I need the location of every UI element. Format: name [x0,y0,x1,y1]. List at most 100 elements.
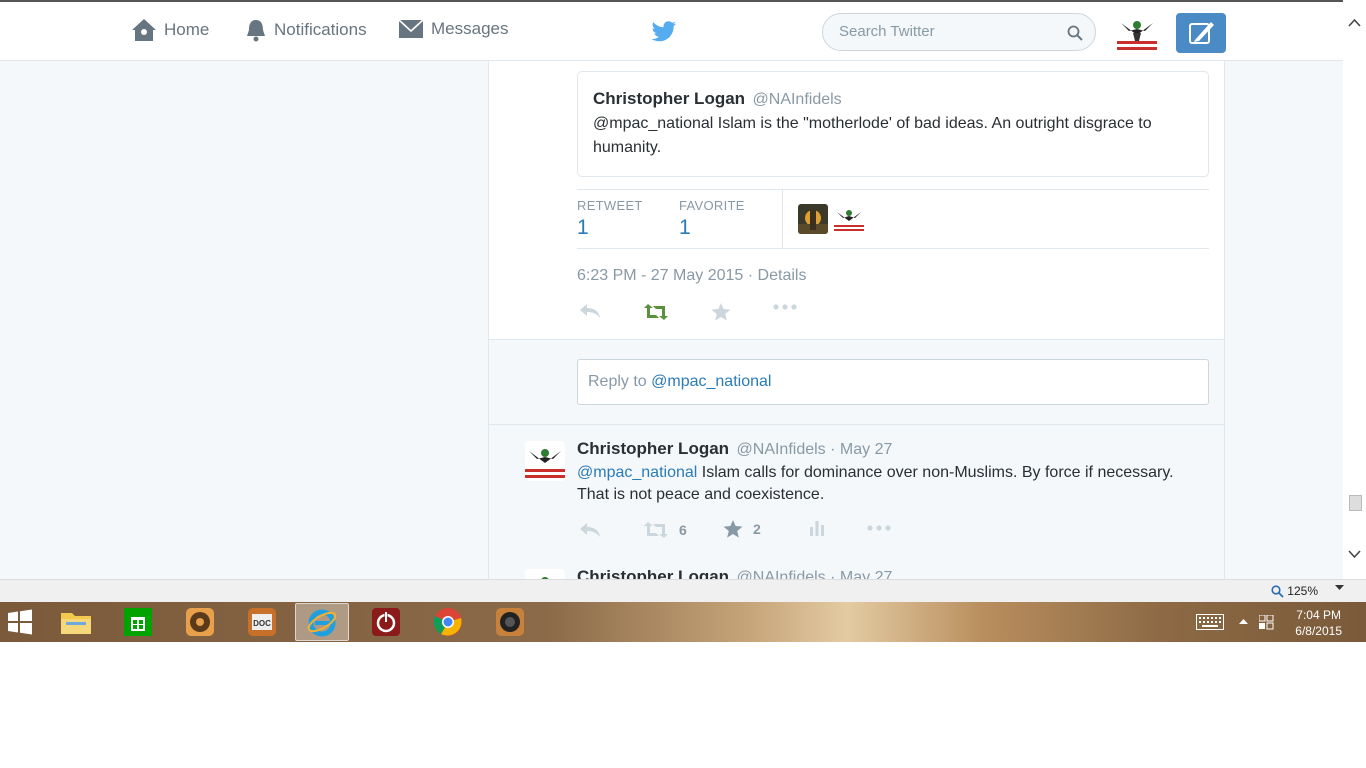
favorite-button[interactable] [711,303,731,321]
windows-logo-icon [8,609,32,635]
reply-tweet-more-button[interactable] [867,524,891,532]
taskbar-chrome[interactable] [430,605,466,639]
taskbar-internet-explorer[interactable] [295,603,349,641]
taskbar-store[interactable] [120,605,156,639]
caret-down-icon[interactable] [1335,585,1344,591]
taskbar-clock[interactable]: 7:04 PM 6/8/2015 [1295,607,1342,639]
retweet-stat-label: RETWEET [577,198,643,213]
next-tweet-time[interactable]: · May 27 [830,569,892,579]
reply-tweet-author-handle[interactable]: @NAInfidels [737,441,826,458]
start-button[interactable] [2,605,38,639]
stats-divider [782,190,783,248]
retweet-button[interactable] [643,303,669,321]
retweet-icon [644,522,668,538]
reply-input[interactable]: Reply to @mpac_national [577,359,1209,405]
star-icon [723,520,743,538]
taskbar-app-doc[interactable]: DOC [244,605,280,639]
twitter-bird-logo[interactable] [651,21,677,48]
next-tweet-author-name[interactable]: Christopher Logan [577,567,729,579]
search-box[interactable] [822,13,1096,51]
quoted-author-handle[interactable]: @NAInfidels [753,91,842,108]
reply-tweet-analytics-button[interactable] [809,520,825,536]
reply-tweet-reply-button[interactable] [579,522,601,538]
reply-icon [580,523,600,537]
nav-home-label: Home [164,20,210,39]
clock-date: 6/8/2015 [1295,624,1342,638]
retweet-stat-count: 1 [577,216,589,239]
nav-notifications-label: Notifications [274,20,367,39]
profile-avatar[interactable] [1117,13,1157,53]
keyboard-icon[interactable] [1196,614,1224,630]
reply-tweet-mention[interactable]: @mpac_national [577,464,697,481]
taskbar-power-app[interactable] [368,605,404,639]
chrome-icon [433,608,462,636]
timestamp-text[interactable]: 6:23 PM - 27 May 2015 [577,267,743,284]
more-button[interactable] [773,303,797,311]
disc-app-icon [186,608,214,636]
magnifier-icon [1271,584,1284,598]
retweeter-avatar[interactable] [834,204,864,234]
action-center-icon[interactable] [1259,615,1274,630]
quoted-tweet-text: @mpac_national Islam is the "motherlode'… [593,115,1152,156]
ellipsis-icon [867,525,891,531]
chevron-down-icon[interactable] [1348,550,1361,559]
eagle-flag-avatar [1117,13,1157,53]
retweet-icon [644,304,668,320]
reply-tweet-time[interactable]: · May 27 [830,441,892,458]
eagle-flag-avatar [525,569,565,579]
folder-icon [61,613,91,634]
ellipsis-icon [773,304,797,310]
reply-prefix: Reply to [588,373,652,390]
details-link[interactable]: Details [758,267,807,284]
timestamp-separator: · [747,267,754,284]
nav-home[interactable]: Home [131,18,209,42]
favorite-stat-count: 1 [679,216,691,239]
nav-messages-label: Messages [431,19,509,38]
next-tweet-header: Christopher Logan @NAInfidels · May 27 [577,567,892,579]
reply-button[interactable] [579,303,601,319]
reply-tweet-retweet-button[interactable]: 6 [643,521,687,539]
star-icon [711,303,731,321]
speaker-icon [496,608,524,636]
store-bag-icon [124,608,152,636]
quill-icon [1189,22,1214,44]
reply-icon [580,304,600,318]
reply-tweet-favorite-button[interactable]: 2 [723,520,761,538]
favorite-stat[interactable]: FAVORITE 1 [679,198,745,240]
reply-tweet[interactable]: Christopher Logan @NAInfidels · May 27 @… [488,425,1225,553]
compose-tweet-button[interactable] [1176,13,1226,53]
zoom-control[interactable]: 125% [1271,584,1318,598]
chevron-up-tray-icon[interactable] [1239,618,1248,625]
taskbar-speaker-app[interactable] [492,605,528,639]
search-icon[interactable] [1067,25,1083,41]
reply-tweet-avatar[interactable] [525,441,565,481]
power-icon [372,608,400,636]
twitter-top-bar: Home Notifications Messages [0,0,1343,61]
home-icon [132,19,156,41]
search-input[interactable] [837,22,1061,41]
reply-tweet-retweet-count: 6 [679,522,687,538]
eagle-flag-avatar [525,441,565,481]
next-reply-tweet[interactable]: Christopher Logan @NAInfidels · May 27 [488,553,1225,579]
browser-viewport: Home Notifications Messages Search Twitt… [0,0,1366,579]
quoted-author-name[interactable]: Christopher Logan [593,89,745,108]
taskbar-file-explorer[interactable] [58,605,94,639]
reply-tweet-author-name[interactable]: Christopher Logan [577,439,729,458]
vertical-scrollbar[interactable] [1343,0,1366,579]
reply-tweet-favorite-count: 2 [753,521,761,537]
next-tweet-author-handle[interactable]: @NAInfidels [737,569,826,579]
nav-messages[interactable]: Messages [398,18,508,40]
doc-app-label: DOC [253,619,271,628]
nav-notifications[interactable]: Notifications [245,18,367,42]
favoriter-avatar[interactable] [798,204,828,234]
retweet-stat[interactable]: RETWEET 1 [577,198,643,240]
chevron-up-icon[interactable] [1348,18,1361,27]
internet-explorer-icon [307,609,337,637]
scrollbar-thumb[interactable] [1349,495,1362,511]
browser-status-bar: 125% [0,579,1366,602]
quoted-tweet[interactable]: Christopher Logan @NAInfidels @mpac_nati… [577,71,1209,177]
reply-tweet-text: @mpac_national Islam calls for dominance… [577,462,1177,506]
taskbar-app-disc[interactable] [182,605,218,639]
next-tweet-avatar[interactable] [525,569,565,579]
reply-tweet-header: Christopher Logan @NAInfidels · May 27 [577,439,892,459]
